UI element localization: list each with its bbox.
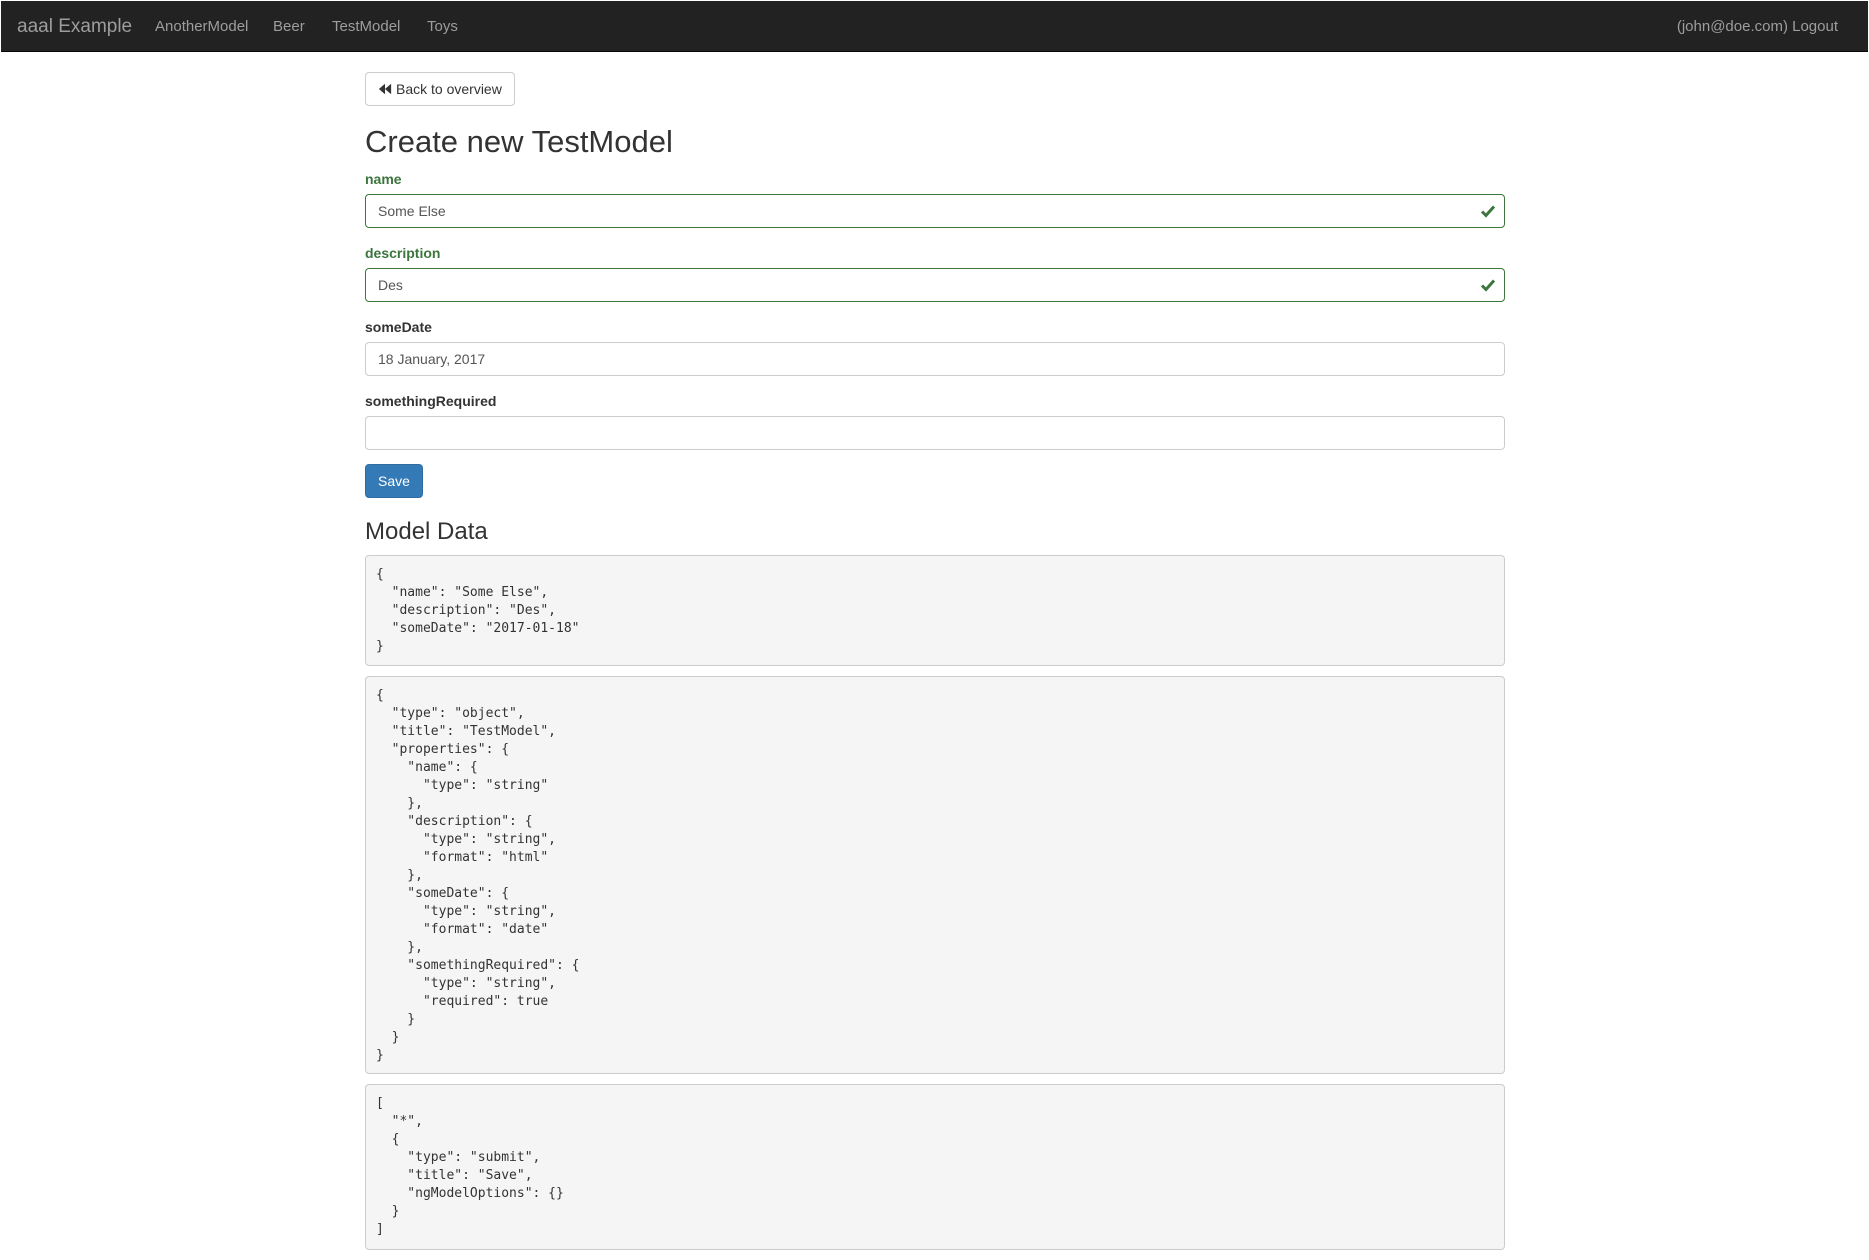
backward-icon — [378, 83, 392, 95]
check-icon — [1480, 205, 1496, 218]
description-input[interactable] — [365, 268, 1505, 302]
model-data-heading: Model Data — [365, 518, 488, 545]
nav-item-beer[interactable]: Beer — [273, 1, 305, 52]
nav-item-toys[interactable]: Toys — [427, 1, 458, 52]
back-to-overview-button[interactable]: Back to overview — [365, 72, 515, 106]
somethingrequired-label: somethingRequired — [365, 393, 497, 409]
nav-item-testmodel[interactable]: TestModel — [332, 1, 400, 52]
navbar: aaal Example AnotherModel Beer TestModel… — [1, 1, 1868, 52]
brand-link[interactable]: aaal Example — [17, 1, 132, 52]
somethingrequired-input[interactable] — [365, 416, 1505, 450]
save-button[interactable]: Save — [365, 464, 423, 498]
logout-link[interactable]: (john@doe.com) Logout — [1677, 1, 1838, 52]
somedate-label: someDate — [365, 319, 432, 335]
nav-item-anothermodel[interactable]: AnotherModel — [155, 1, 248, 52]
name-label: name — [365, 171, 402, 187]
check-icon — [1480, 279, 1496, 292]
description-label: description — [365, 245, 441, 261]
name-input[interactable] — [365, 194, 1505, 228]
schema-json-block: { "type": "object", "title": "TestModel"… — [365, 676, 1505, 1074]
page-title: Create new TestModel — [365, 124, 673, 159]
form-json-block: [ "*", { "type": "submit", "title": "Sav… — [365, 1084, 1505, 1250]
model-json-block: { "name": "Some Else", "description": "D… — [365, 555, 1505, 666]
somedate-input[interactable] — [365, 342, 1505, 376]
back-button-label: Back to overview — [396, 81, 502, 97]
